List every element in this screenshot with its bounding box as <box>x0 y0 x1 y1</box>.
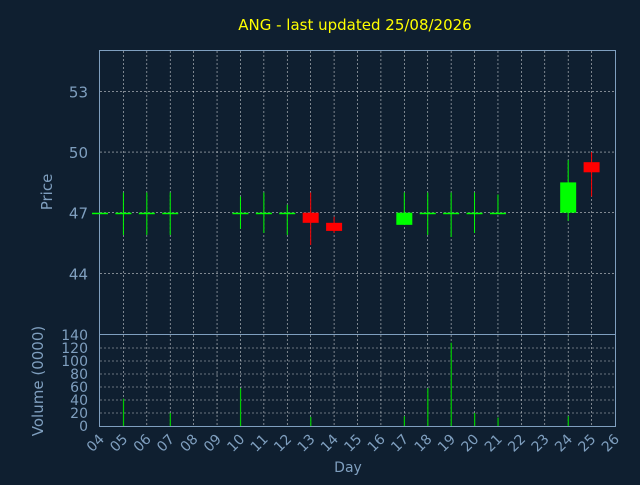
candle-body <box>489 212 506 215</box>
x-tick-label: 17 <box>388 432 412 456</box>
volume-bar <box>169 413 171 426</box>
volume-bar <box>567 416 569 426</box>
x-tick-label: 11 <box>248 432 272 456</box>
chart-svg: ANG - last updated 25/08/2026 44 47 50 53 0… <box>29 16 623 476</box>
chart-figure: ANG - last updated 25/08/2026 44 47 50 53 0… <box>0 0 640 480</box>
volume-bar <box>427 388 429 426</box>
x-tick-label: 25 <box>575 432 599 456</box>
chart-title: ANG - last updated 25/08/2026 <box>238 16 471 34</box>
x-tick-label: 06 <box>131 431 155 455</box>
x-tick-label: 13 <box>295 432 319 456</box>
x-axis-label: Day <box>334 460 362 476</box>
volume-y-ticks: 020406080100120140 <box>61 328 88 435</box>
candle-body <box>466 212 483 215</box>
x-tick-label: 22 <box>505 432 529 456</box>
price-tick-label: 44 <box>69 265 88 283</box>
volume-bars <box>122 342 569 426</box>
volume-bar <box>122 398 125 426</box>
x-tick-label: 19 <box>435 432 459 456</box>
price-axis-label: Price <box>38 174 56 211</box>
x-tick-label: 21 <box>482 432 506 456</box>
x-tick-label: 26 <box>599 431 623 455</box>
x-tick-label: 18 <box>412 432 436 456</box>
candles <box>92 152 600 246</box>
candle-body <box>583 162 600 173</box>
x-tick-label: 07 <box>154 432 178 456</box>
candle-body <box>326 222 343 231</box>
candle-body <box>560 182 577 213</box>
candle-body <box>419 212 436 215</box>
candle-body <box>396 212 413 225</box>
x-tick-label: 16 <box>365 431 389 455</box>
x-tick-label: 04 <box>84 431 108 455</box>
candle-body <box>443 212 460 215</box>
volume-tick-label: 140 <box>61 328 88 344</box>
x-tick-label: 14 <box>318 431 342 455</box>
x-ticks: 04 05 06 07 08 09 10 11 12 13 14 15 16 17 18 19 20 21 22 23… <box>84 431 623 455</box>
volume-grid <box>100 335 615 426</box>
price-tick-label: 50 <box>69 144 88 162</box>
volume-bar <box>497 417 499 426</box>
x-tick-label: 15 <box>341 432 365 456</box>
candle-body <box>138 212 155 215</box>
candle-body <box>92 212 108 215</box>
x-tick-label: 12 <box>271 432 295 456</box>
candle-body <box>279 212 296 215</box>
candle-body <box>302 212 319 223</box>
price-y-ticks: 44 47 50 53 <box>69 83 88 283</box>
x-tick-label: 09 <box>201 432 225 456</box>
volume-bar <box>310 416 312 426</box>
x-tick-label: 24 <box>552 431 576 455</box>
price-tick-label: 53 <box>69 83 88 101</box>
volume-bar <box>474 413 476 426</box>
candle-body <box>232 212 249 215</box>
x-tick-label: 20 <box>458 432 482 456</box>
candle-body <box>115 212 132 215</box>
volume-bar <box>239 388 242 426</box>
volume-bar <box>450 342 452 426</box>
volume-axis-label: Volume (0000) <box>29 326 47 436</box>
price-grid <box>100 51 615 334</box>
volume-bar <box>403 416 406 426</box>
x-tick-label: 08 <box>178 432 202 456</box>
x-tick-label: 05 <box>107 432 131 456</box>
x-tick-label: 23 <box>529 432 553 456</box>
candle-body <box>162 212 179 215</box>
price-tick-label: 47 <box>69 205 88 223</box>
candle-body <box>255 212 272 215</box>
x-tick-label: 10 <box>224 432 248 456</box>
